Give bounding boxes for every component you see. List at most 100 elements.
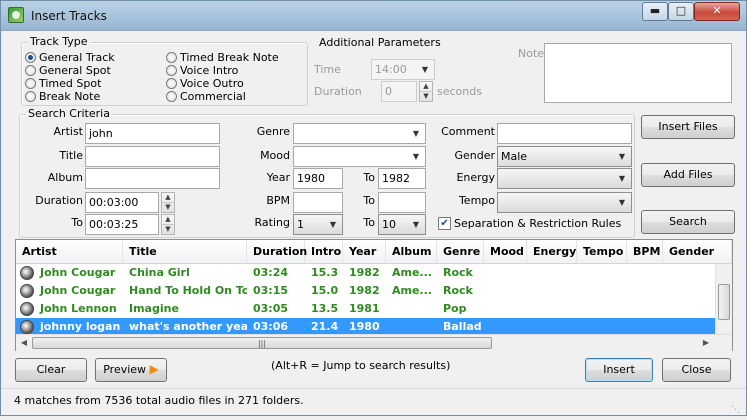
clear-button[interactable]: Clear: [15, 358, 87, 382]
cell-intro: 15.0: [311, 284, 339, 297]
duration-to-input[interactable]: 00:03:25: [85, 214, 159, 235]
radio-voice-outro[interactable]: Voice Outro: [166, 77, 244, 91]
column-header-mood[interactable]: Mood: [484, 240, 527, 264]
album-input[interactable]: [85, 168, 220, 189]
jump-hint: (Alt+R = Jump to search results): [271, 359, 451, 372]
energy-combo[interactable]: ▼: [497, 168, 632, 189]
table-row[interactable]: John Cougar China Girl 03:24 15.3 1982 A…: [16, 264, 715, 282]
comment-label: Comment: [441, 125, 495, 138]
cell-album: Ame...: [392, 284, 432, 297]
close-button[interactable]: Close: [662, 358, 731, 382]
column-header-energy[interactable]: Energy: [527, 240, 577, 264]
radio-timed-break-note[interactable]: Timed Break Note: [166, 51, 279, 65]
cell-duration: 03:15: [253, 284, 289, 297]
column-header-album[interactable]: Album: [386, 240, 437, 264]
year-from-input[interactable]: 1980: [293, 168, 343, 189]
radio-timed-spot[interactable]: Timed Spot: [25, 77, 101, 91]
close-window-button[interactable]: ✕: [694, 2, 740, 21]
maximize-button[interactable]: □: [668, 2, 694, 21]
mood-combo[interactable]: ▼: [293, 146, 426, 167]
radio-dot: [166, 78, 177, 89]
duration-to-spinner[interactable]: ▲ ▼: [161, 214, 175, 235]
insert-files-button[interactable]: Insert Files: [641, 115, 735, 139]
album-label: Album: [47, 171, 83, 184]
year-to-input[interactable]: 1982: [378, 168, 426, 189]
duration-to-label: To: [71, 216, 83, 229]
minimize-button[interactable]: ▬: [642, 2, 668, 21]
search-button[interactable]: Search: [641, 210, 735, 234]
year-to-label: To: [363, 171, 375, 184]
horizontal-scrollbar[interactable]: ◀ ||| ▶: [16, 334, 732, 351]
audio-disc-icon: [20, 266, 34, 280]
time-combo[interactable]: 14:00 ▼: [371, 59, 435, 80]
gender-combo[interactable]: Male ▼: [497, 146, 632, 167]
tempo-combo[interactable]: ▼: [497, 192, 632, 213]
vertical-scroll-thumb[interactable]: [718, 284, 730, 320]
preview-button[interactable]: Preview ▶: [95, 358, 167, 382]
scroll-left-icon[interactable]: ◀: [16, 335, 32, 351]
cell-year: 1981: [349, 302, 380, 315]
results-grid[interactable]: Artist Title Duration Intro Year Album G…: [15, 239, 733, 351]
bpm-from-input[interactable]: [293, 192, 343, 213]
bpm-to-label: To: [363, 194, 375, 207]
column-header-tempo[interactable]: Tempo: [577, 240, 627, 264]
radio-general-spot[interactable]: General Spot: [25, 64, 111, 78]
artist-input[interactable]: john: [85, 123, 220, 144]
cell-duration: 03:05: [253, 302, 289, 315]
cell-artist: John Lennon: [40, 302, 117, 315]
duration-from-spinner[interactable]: ▲ ▼: [161, 192, 175, 213]
audio-disc-icon: [20, 284, 34, 298]
radio-voice-intro[interactable]: Voice Intro: [166, 64, 238, 78]
rating-from-combo[interactable]: 1 ▼: [293, 214, 343, 235]
add-files-button[interactable]: Add Files: [641, 163, 735, 187]
column-header-genre[interactable]: Genre: [437, 240, 484, 264]
cell-title: China Girl: [129, 266, 190, 279]
scroll-right-icon[interactable]: ▶: [698, 335, 714, 351]
title-input[interactable]: [85, 146, 220, 167]
chevron-down-icon: ▼: [329, 220, 337, 229]
cell-artist: John Cougar: [40, 266, 116, 279]
note-textarea[interactable]: [544, 43, 732, 103]
column-header-gender[interactable]: Gender: [663, 240, 732, 264]
radio-dot: [166, 65, 177, 76]
column-header-title[interactable]: Title: [123, 240, 247, 264]
column-header-year[interactable]: Year: [343, 240, 386, 264]
cell-title: Hand To Hold On To: [129, 284, 247, 297]
radio-dot: [25, 52, 36, 63]
note-label: Note: [518, 47, 545, 60]
title-bar[interactable]: Insert Tracks ▬ □ ✕: [1, 1, 746, 31]
rating-to-combo[interactable]: 10 ▼: [378, 214, 426, 235]
duration-param-label: Duration: [314, 85, 362, 98]
radio-break-note[interactable]: Break Note: [25, 90, 100, 104]
radio-general-track[interactable]: General Track: [25, 51, 115, 65]
radio-dot: [25, 78, 36, 89]
horizontal-scroll-thumb[interactable]: |||: [32, 337, 492, 349]
search-criteria-label: Search Criteria: [26, 107, 112, 120]
genre-combo[interactable]: ▼: [293, 123, 426, 144]
cell-year: 1982: [349, 266, 380, 279]
cell-album: Ame...: [392, 266, 432, 279]
column-header-intro[interactable]: Intro: [305, 240, 343, 264]
column-header-duration[interactable]: Duration: [247, 240, 307, 264]
audio-disc-icon: [20, 302, 34, 316]
resize-grip-icon[interactable]: ⋱: [731, 400, 743, 415]
radio-dot: [166, 91, 177, 102]
duration-from-input[interactable]: 00:03:00: [85, 192, 159, 213]
track-type-label: Track Type: [28, 35, 90, 48]
separation-checkbox[interactable]: ✔: [438, 217, 451, 230]
comment-input[interactable]: [497, 123, 632, 144]
duration-param-spinner[interactable]: ▲ ▼: [419, 81, 433, 102]
table-row[interactable]: John Cougar Hand To Hold On To 03:15 15.…: [16, 282, 715, 300]
bpm-to-input[interactable]: [378, 192, 426, 213]
duration-param-input[interactable]: 0: [381, 81, 417, 102]
column-header-artist[interactable]: Artist: [16, 240, 123, 264]
insert-button[interactable]: Insert: [585, 358, 653, 382]
window-title: Insert Tracks: [31, 9, 107, 23]
cell-genre: Pop: [443, 302, 467, 315]
table-row[interactable]: John Lennon Imagine 03:05 13.5 1981 Pop: [16, 300, 715, 318]
vertical-scrollbar[interactable]: [715, 264, 732, 334]
column-header-bpm[interactable]: BPM: [627, 240, 663, 264]
time-label: Time: [314, 63, 341, 76]
radio-commercial[interactable]: Commercial: [166, 90, 246, 104]
cell-artist: John Cougar: [40, 284, 116, 297]
